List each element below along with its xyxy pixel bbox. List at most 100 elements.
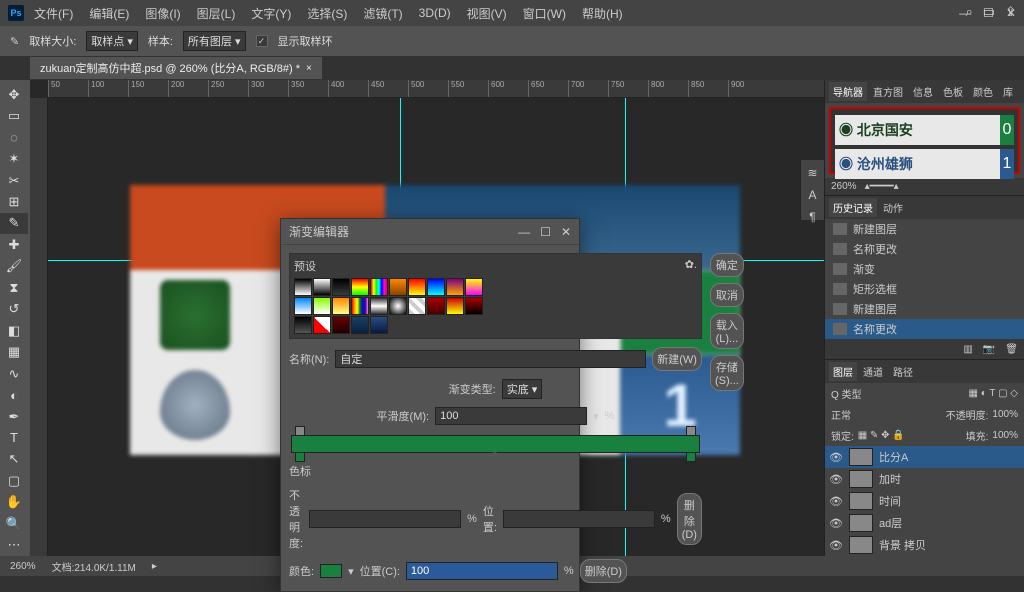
visibility-icon[interactable]: 👁	[829, 451, 843, 464]
menu-filter[interactable]: 滤镜(T)	[357, 2, 408, 25]
preset-swatch[interactable]	[446, 278, 464, 296]
dialog-minimize-icon[interactable]: —	[518, 225, 530, 239]
smoothness-input[interactable]	[435, 407, 587, 425]
gradient-name-input[interactable]	[335, 350, 646, 368]
preset-swatch[interactable]	[313, 316, 331, 334]
layer-row[interactable]: 👁加时	[825, 468, 1024, 490]
ok-button[interactable]: 确定	[710, 253, 744, 277]
preset-swatch[interactable]	[332, 297, 350, 315]
tab-history[interactable]: 历史记录	[829, 198, 877, 217]
history-item[interactable]: 名称更改	[825, 239, 1024, 259]
hand-tool[interactable]: ✋	[0, 492, 28, 513]
stop-position-input[interactable]	[503, 510, 655, 528]
frame-tool[interactable]: ⊞	[0, 191, 28, 212]
blend-mode[interactable]: 正常	[831, 407, 851, 422]
shape-tool[interactable]: ▢	[0, 470, 28, 491]
layer-filter[interactable]: Q 类型	[831, 386, 862, 401]
eyedropper-tool[interactable]: ✎	[0, 213, 28, 234]
marquee-tool[interactable]: ▭	[0, 105, 28, 126]
lasso-tool[interactable]: ◌	[0, 127, 28, 148]
history-item[interactable]: 渐变	[825, 259, 1024, 279]
gradient-tool[interactable]: ▦	[0, 341, 28, 362]
pen-tool[interactable]: ✒	[0, 406, 28, 427]
preset-swatch[interactable]	[313, 297, 331, 315]
delete-color-stop-button[interactable]: 删除(D)	[580, 559, 627, 583]
preset-swatch[interactable]	[294, 316, 312, 334]
preset-swatch[interactable]	[427, 278, 445, 296]
menu-edit[interactable]: 编辑(E)	[83, 2, 135, 25]
gradient-type-select[interactable]: 实底 ▾	[502, 379, 543, 399]
new-gradient-button[interactable]: 新建(W)	[652, 347, 702, 371]
status-docinfo[interactable]: 文档:214.0K/1.11M	[52, 559, 136, 574]
preset-swatch[interactable]	[313, 278, 331, 296]
menu-help[interactable]: 帮助(H)	[576, 2, 629, 25]
tab-libraries[interactable]: 库	[999, 82, 1017, 101]
preset-swatch[interactable]	[351, 278, 369, 296]
preset-swatch[interactable]	[294, 278, 312, 296]
preset-swatch[interactable]	[370, 297, 388, 315]
menu-select[interactable]: 选择(S)	[301, 2, 353, 25]
history-brush-tool[interactable]: ↺	[0, 299, 28, 320]
layer-row[interactable]: 👁ad层	[825, 512, 1024, 534]
menu-layer[interactable]: 图层(L)	[191, 2, 242, 25]
stop-position2-input[interactable]	[406, 562, 558, 580]
visibility-icon[interactable]: 👁	[829, 539, 843, 552]
preset-swatch[interactable]	[465, 278, 483, 296]
layer-row[interactable]: 👁背景 拷贝	[825, 534, 1024, 556]
tab-channels[interactable]: 通道	[859, 362, 887, 381]
opacity-value[interactable]: 100%	[992, 409, 1018, 420]
menu-view[interactable]: 视图(V)	[461, 2, 513, 25]
tab-paths[interactable]: 路径	[889, 362, 917, 381]
document-tab[interactable]: zukuan定制高仿中超.psd @ 260% (比分A, RGB/8#) * …	[30, 57, 322, 79]
history-item[interactable]: 新建图层	[825, 219, 1024, 239]
tab-actions[interactable]: 动作	[879, 198, 907, 217]
dialog-titlebar[interactable]: 渐变编辑器 — ☐ ✕	[281, 219, 579, 245]
preset-swatch[interactable]	[427, 297, 445, 315]
paragraph-icon[interactable]: ¶	[809, 210, 815, 224]
dialog-maximize-icon[interactable]: ☐	[540, 225, 551, 239]
search-icon[interactable]: ⌕	[966, 4, 973, 20]
preset-swatch[interactable]	[389, 278, 407, 296]
preset-swatch[interactable]	[446, 297, 464, 315]
visibility-icon[interactable]: 👁	[829, 473, 843, 486]
cancel-button[interactable]: 取消	[710, 283, 744, 307]
menu-3d[interactable]: 3D(D)	[413, 3, 457, 23]
preset-swatch[interactable]	[465, 297, 483, 315]
menu-file[interactable]: 文件(F)	[28, 2, 79, 25]
delete-opacity-stop-button[interactable]: 删除(D)	[677, 493, 702, 545]
eraser-tool[interactable]: ◧	[0, 320, 28, 341]
crop-tool[interactable]: ✂	[0, 170, 28, 191]
blur-tool[interactable]: ∿	[0, 363, 28, 384]
history-item[interactable]: 名称更改	[825, 319, 1024, 339]
dodge-tool[interactable]: ◐	[0, 384, 28, 405]
brush-tool[interactable]: 🖌	[0, 256, 28, 277]
preset-swatch[interactable]	[332, 278, 350, 296]
history-item[interactable]: 矩形选框	[825, 279, 1024, 299]
sample-size-select[interactable]: 取样点 ▾	[86, 31, 138, 51]
preset-swatch[interactable]	[408, 297, 426, 315]
preset-swatch[interactable]	[408, 278, 426, 296]
close-tab-icon[interactable]: ×	[306, 63, 312, 74]
preset-swatch[interactable]	[294, 297, 312, 315]
eyedropper-icon[interactable]: ✎	[10, 35, 19, 48]
menu-type[interactable]: 文字(Y)	[245, 2, 297, 25]
character-icon[interactable]: A	[808, 188, 816, 202]
preset-swatch[interactable]	[332, 316, 350, 334]
edit-toolbar[interactable]: ⋯	[0, 535, 28, 556]
layer-row[interactable]: 👁比分A	[825, 446, 1024, 468]
visibility-icon[interactable]: 👁	[829, 495, 843, 508]
snapshot-icon[interactable]: ▥	[963, 344, 972, 355]
history-item[interactable]: 新建图层	[825, 299, 1024, 319]
delete-history-icon[interactable]: 🗑	[1005, 344, 1018, 355]
visibility-icon[interactable]: 👁	[829, 517, 843, 530]
quick-select-tool[interactable]: ✶	[0, 148, 28, 169]
zoom-slider[interactable]: ▴━━━━▴	[865, 181, 899, 192]
path-select-tool[interactable]: ↖	[0, 449, 28, 470]
share-icon[interactable]: ⇪	[1005, 4, 1016, 20]
fill-value[interactable]: 100%	[992, 430, 1018, 441]
new-snapshot-icon[interactable]: 📷	[983, 344, 995, 355]
dialog-close-icon[interactable]: ✕	[561, 225, 571, 239]
status-zoom[interactable]: 260%	[10, 561, 36, 572]
adjustments-icon[interactable]: ≋	[807, 166, 817, 180]
stamp-tool[interactable]: ⧗	[0, 277, 28, 298]
